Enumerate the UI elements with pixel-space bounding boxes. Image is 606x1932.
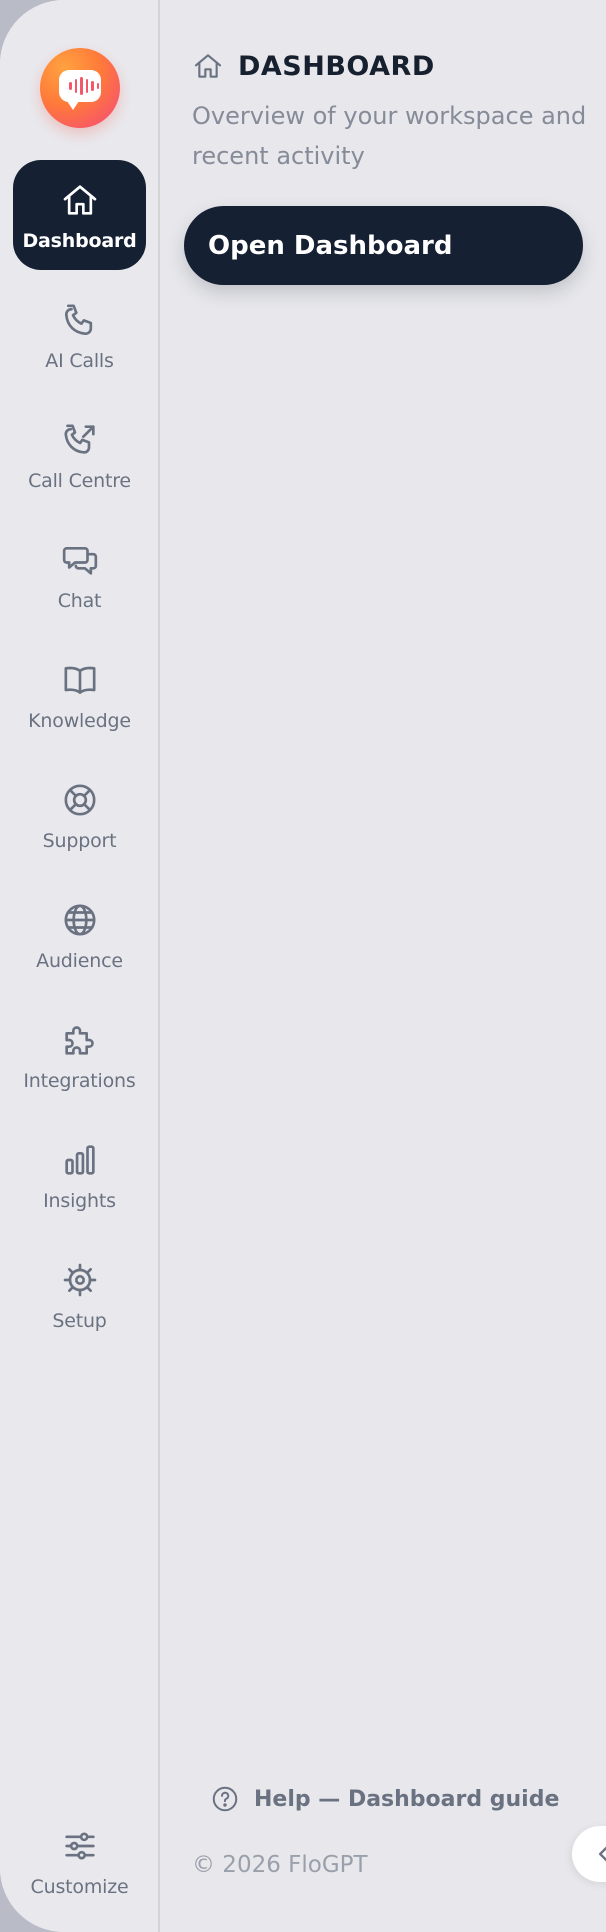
brand-logo[interactable] (40, 48, 120, 128)
sidebar-item-support[interactable]: Support (13, 760, 146, 870)
home-icon (60, 180, 100, 220)
help-link[interactable]: Help — Dashboard guide (210, 1784, 559, 1814)
puzzle-icon (60, 1020, 100, 1060)
sidebar-item-call-centre[interactable]: Call Centre (13, 400, 146, 510)
question-circle-icon (210, 1784, 240, 1814)
help-label: Help — Dashboard guide (254, 1786, 560, 1812)
sidebar-item-integrations[interactable]: Integrations (13, 1000, 146, 1110)
voice-chat-icon (59, 70, 101, 110)
sidebar: Dashboard AI Calls Call Centre Chat Know (0, 0, 160, 1932)
gear-icon (60, 1260, 100, 1300)
phone-icon (60, 300, 100, 340)
customize-label: Customize (30, 1876, 129, 1898)
home-icon (192, 50, 224, 82)
sidebar-item-label: Call Centre (28, 470, 131, 492)
app-window: Dashboard AI Calls Call Centre Chat Know (0, 0, 606, 1932)
globe-icon (60, 900, 100, 940)
chevron-left-icon (599, 1846, 606, 1862)
sidebar-item-label: Chat (57, 590, 102, 612)
main-panel: DASHBOARD Overview of your workspace and… (160, 0, 606, 1932)
sidebar-item-insights[interactable]: Insights (13, 1120, 146, 1230)
bar-chart-icon (60, 1140, 100, 1180)
sidebar-item-knowledge[interactable]: Knowledge (13, 640, 146, 750)
open-dashboard-button[interactable]: Open Dashboard (184, 206, 583, 285)
sidebar-item-dashboard[interactable]: Dashboard (13, 160, 146, 270)
sidebar-item-chat[interactable]: Chat (13, 520, 146, 630)
sidebar-item-audience[interactable]: Audience (13, 880, 146, 990)
page-header: DASHBOARD (192, 50, 435, 82)
sidebar-item-label: Audience (36, 950, 123, 972)
customize-button[interactable]: Customize (13, 1806, 146, 1916)
sliders-icon (60, 1826, 100, 1866)
sidebar-item-label: Knowledge (28, 710, 131, 732)
lifebuoy-icon (60, 780, 100, 820)
sidebar-item-ai-calls[interactable]: AI Calls (13, 280, 146, 390)
sidebar-item-setup[interactable]: Setup (13, 1240, 146, 1350)
sidebar-item-label: Setup (52, 1310, 107, 1332)
sidebar-item-label: Support (42, 830, 117, 852)
page-title: DASHBOARD (238, 50, 435, 82)
copyright: © 2026 FloGPT (192, 1852, 368, 1878)
sidebar-item-label: Dashboard (22, 230, 137, 252)
chat-bubbles-icon (60, 540, 100, 580)
sidebar-item-label: Insights (43, 1190, 116, 1212)
phone-outgoing-icon (60, 420, 100, 460)
collapse-sidebar-button[interactable] (572, 1826, 606, 1882)
sidebar-item-label: Integrations (23, 1070, 136, 1092)
book-icon (60, 660, 100, 700)
sidebar-item-label: AI Calls (45, 350, 114, 372)
page-subtitle: Overview of your workspace and recent ac… (192, 102, 587, 170)
